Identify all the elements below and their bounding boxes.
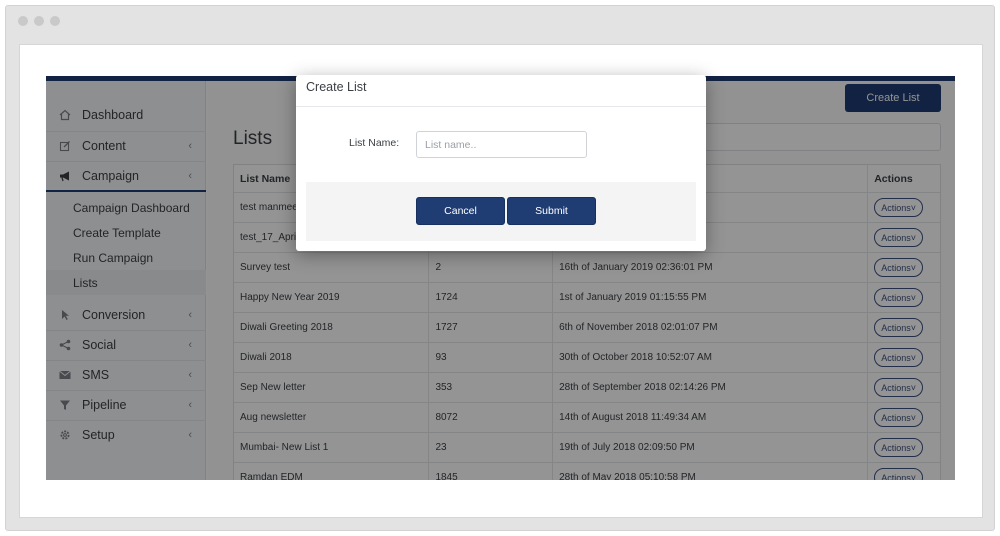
- modal-title: Create List: [306, 80, 367, 94]
- window-dot-icon: [50, 16, 60, 26]
- modal-divider: [296, 106, 706, 107]
- window-dot-icon: [34, 16, 44, 26]
- create-list-modal: Create List List Name: Cancel Submit: [296, 75, 706, 251]
- list-name-input[interactable]: [416, 131, 587, 158]
- modal-footer: Cancel Submit: [306, 182, 696, 241]
- submit-button[interactable]: Submit: [507, 197, 596, 225]
- window-controls: [18, 16, 60, 26]
- list-name-label: List Name:: [349, 137, 400, 149]
- window-dot-icon: [18, 16, 28, 26]
- cancel-button[interactable]: Cancel: [416, 197, 505, 225]
